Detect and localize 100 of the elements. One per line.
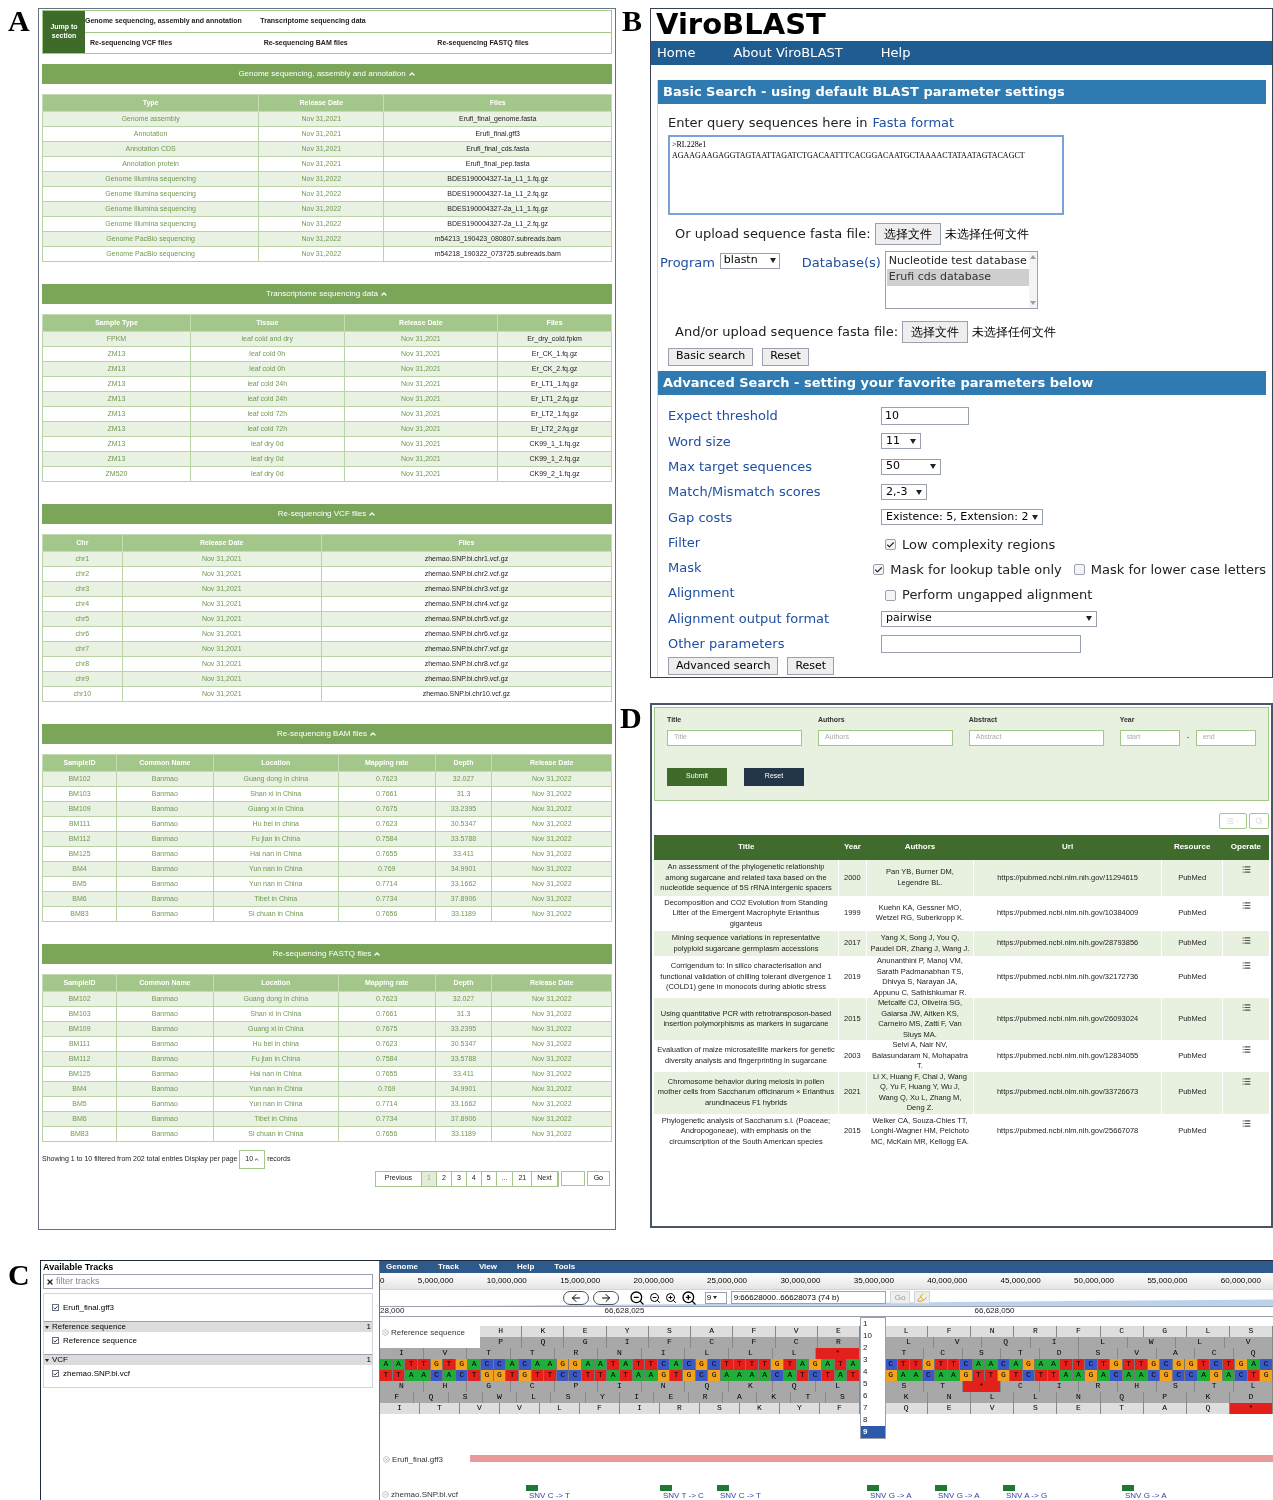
ruler-label: 50,000,000	[1074, 1274, 1115, 1287]
ruler-label: 66,628,025	[604, 1307, 645, 1316]
column-header: Year	[838, 835, 867, 860]
database-option[interactable]: Nucleotide test database	[886, 252, 1029, 269]
amino-acid-cell: H	[1117, 1380, 1157, 1392]
chromosome-select[interactable]: 9	[704, 1291, 727, 1304]
menu-item[interactable]: Genome	[386, 1261, 418, 1273]
parameter-select[interactable]: 2,-3	[881, 484, 927, 501]
menu-item[interactable]: View	[478, 1261, 497, 1273]
checkbox[interactable]	[885, 539, 896, 551]
panel-letter: B	[622, 6, 643, 36]
parameter-select[interactable]: 11	[881, 433, 921, 450]
amino-acid-cell: H	[480, 1325, 523, 1337]
variant-marker[interactable]	[935, 1484, 947, 1491]
track-checkbox[interactable]	[52, 1304, 59, 1311]
details-icon[interactable]	[1241, 936, 1251, 945]
variant-marker[interactable]	[867, 1484, 879, 1491]
track-category-header[interactable]: VCF 1	[44, 1354, 372, 1365]
track-category-header[interactable]: Reference sequence 1	[44, 1321, 372, 1332]
details-icon[interactable]	[1241, 1045, 1251, 1054]
fasta-format-link[interactable]: Fasta format	[872, 113, 955, 133]
form-button[interactable]: Basic search	[668, 347, 754, 366]
base-cell: A	[985, 1358, 998, 1370]
details-icon[interactable]	[1241, 1118, 1251, 1128]
variant-marker[interactable]	[717, 1484, 729, 1491]
checkbox[interactable]	[873, 564, 885, 576]
details-icon[interactable]	[1241, 1003, 1251, 1012]
database-option[interactable]: Erufi cds database	[886, 269, 1029, 286]
parameter-field[interactable]	[881, 634, 1081, 653]
base-cell: A	[897, 1369, 911, 1381]
details-icon[interactable]	[1241, 961, 1251, 970]
zoom-in-icon[interactable]	[680, 1289, 697, 1306]
form-button[interactable]: Reset	[762, 347, 809, 366]
close-track-icon[interactable]	[382, 1491, 389, 1499]
base-cell: C	[1022, 1369, 1036, 1381]
base-cell: A	[1047, 1358, 1061, 1370]
form-button[interactable]: Advanced search	[668, 657, 779, 676]
ruler-label: 28,000	[380, 1307, 405, 1316]
amino-acid-cell: I	[1040, 1380, 1079, 1392]
parameter-label: Expect threshold	[668, 407, 779, 426]
parameter-field[interactable]: 10	[881, 407, 969, 426]
zoom-out-icon[interactable]	[628, 1289, 645, 1306]
menu-item[interactable]: Tools	[554, 1261, 576, 1273]
query-textarea[interactable]: >RL228e1 AGAAGAAGAGGTAGTAATTAGATCTGACAATTTCACGGACAATGCTAAAACTATAATAGTACAGCT	[668, 134, 1064, 215]
base-cell: G	[1147, 1358, 1161, 1370]
details-icon[interactable]	[1241, 865, 1251, 874]
variant-marker[interactable]	[526, 1484, 538, 1491]
panel-letter: A	[8, 6, 31, 36]
track-label[interactable]: Erufi_final.gff3	[63, 1301, 114, 1314]
form-button[interactable]: Reset	[787, 657, 835, 676]
checkbox-label: Mask for lower case letters	[1090, 561, 1266, 580]
menu-item[interactable]: Help	[517, 1261, 535, 1273]
scrollbar[interactable]	[1028, 251, 1037, 308]
variant-marker[interactable]	[1003, 1484, 1015, 1491]
pan-left-icon[interactable]	[562, 1290, 589, 1305]
parameter-select[interactable]: pairwise	[881, 610, 1097, 627]
pan-right-icon[interactable]	[592, 1290, 619, 1305]
nav-link[interactable]: About ViroBLAST	[733, 43, 843, 63]
track-checkbox[interactable]	[52, 1370, 59, 1377]
track-checkbox[interactable]	[52, 1337, 59, 1344]
parameter-select[interactable]: 50	[881, 458, 941, 475]
zoom-in-icon[interactable]	[664, 1291, 677, 1304]
track-label[interactable]: Reference sequence	[63, 1334, 137, 1347]
details-icon[interactable]	[1241, 1076, 1251, 1086]
base-cell: T	[834, 1358, 848, 1370]
close-track-icon[interactable]	[382, 1329, 389, 1337]
chromosome-option[interactable]: 9	[861, 1426, 885, 1438]
amino-acid-cell: G	[1143, 1325, 1187, 1337]
base-cell: G	[1022, 1358, 1036, 1370]
program-select[interactable]: blastn	[719, 252, 780, 269]
choose-file-button[interactable]: 选择文件	[902, 320, 969, 343]
base-cell: A	[632, 1369, 646, 1381]
parameter-select[interactable]: Existence: 5, Extension: 2	[881, 509, 1043, 526]
amino-acid-cell: K	[729, 1380, 773, 1392]
variant-marker[interactable]	[660, 1484, 672, 1491]
nav-link[interactable]: Home	[657, 43, 696, 63]
base-cell: T	[632, 1358, 646, 1370]
choose-file-button[interactable]: 选择文件	[874, 222, 941, 245]
location-field[interactable]: 9:66628000..66628073 (74 b)	[730, 1291, 886, 1305]
base-cell: G	[960, 1369, 973, 1381]
checkbox[interactable]	[1073, 564, 1085, 576]
filter-tracks-field[interactable]: filter tracks	[43, 1274, 373, 1289]
amino-acid-cell: F	[380, 1391, 415, 1403]
column-toggle-button[interactable]	[1219, 813, 1247, 829]
nav-link[interactable]: Help	[880, 43, 911, 63]
variant-marker[interactable]	[1122, 1484, 1134, 1491]
database-listbox[interactable]: Nucleotide test database Erufi cds database	[884, 250, 1038, 309]
base-cell: T	[1072, 1358, 1086, 1370]
checkbox[interactable]	[885, 589, 896, 601]
base-cell: G	[1185, 1358, 1198, 1370]
clear-icon[interactable]	[46, 1277, 54, 1286]
details-icon[interactable]	[1241, 900, 1251, 910]
chevron-up-icon	[373, 950, 382, 958]
page-number-field[interactable]	[560, 1171, 585, 1186]
track-label[interactable]: zhemao.SNP.bi.vcf	[63, 1367, 130, 1380]
close-track-icon[interactable]	[383, 1456, 390, 1464]
base-cell: G	[708, 1369, 721, 1381]
zoom-out-icon[interactable]	[648, 1291, 661, 1304]
base-cell: G	[695, 1358, 709, 1370]
menu-item[interactable]: Track	[438, 1261, 459, 1273]
